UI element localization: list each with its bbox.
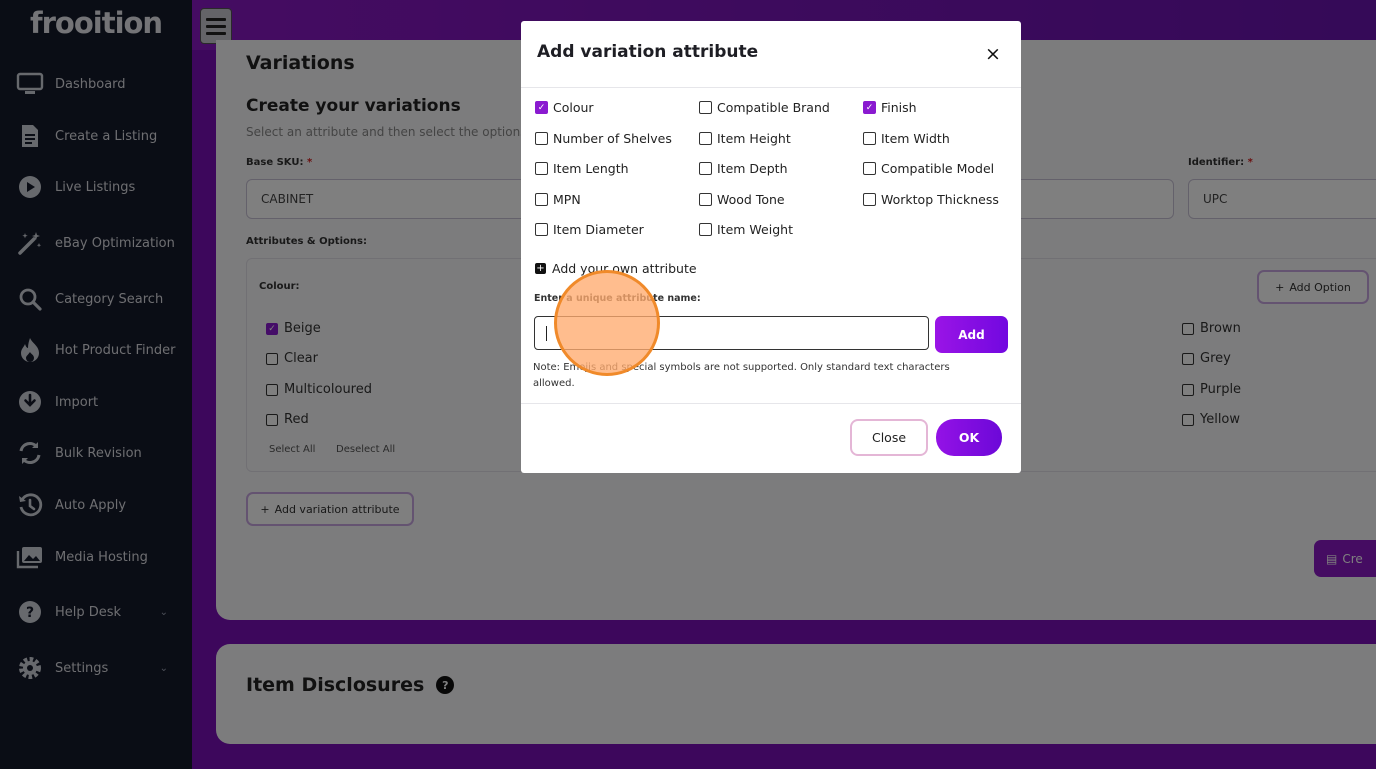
- checkbox[interactable]: [535, 162, 548, 175]
- plus-square-icon: +: [535, 262, 546, 274]
- attr-wood-tone[interactable]: Wood Tone: [699, 192, 785, 207]
- attr-colour[interactable]: ✓ Colour: [535, 100, 594, 115]
- attr-compatible-model[interactable]: Compatible Model: [863, 161, 994, 176]
- add-variation-attribute-modal: Add variation attribute × ✓ Colour Compat…: [521, 21, 1021, 473]
- close-button[interactable]: Close: [850, 419, 928, 456]
- checkbox[interactable]: [699, 101, 712, 114]
- checkbox[interactable]: [699, 193, 712, 206]
- input-note: Note: Emojis and special symbols are not…: [533, 362, 950, 389]
- attr-item-weight[interactable]: Item Weight: [699, 222, 793, 237]
- checkbox[interactable]: [535, 132, 548, 145]
- add-attribute-button[interactable]: Add: [935, 316, 1008, 353]
- attr-finish[interactable]: ✓ Finish: [863, 100, 917, 115]
- divider: [521, 403, 1021, 404]
- checkbox[interactable]: [535, 223, 548, 236]
- checkbox[interactable]: [699, 132, 712, 145]
- checkbox-checked[interactable]: ✓: [535, 101, 548, 114]
- modal-title: Add variation attribute: [537, 42, 759, 62]
- attribute-name-input[interactable]: [534, 316, 929, 350]
- checkbox-checked[interactable]: ✓: [863, 101, 876, 114]
- text-caret: [546, 326, 547, 341]
- attr-item-depth[interactable]: Item Depth: [699, 161, 788, 176]
- attr-compatible-brand[interactable]: Compatible Brand: [699, 100, 830, 115]
- ok-button[interactable]: OK: [936, 419, 1002, 456]
- attr-worktop-thickness[interactable]: Worktop Thickness: [863, 192, 999, 207]
- checkbox[interactable]: [863, 193, 876, 206]
- attribute-name-label: Enter a unique attribute name:: [534, 293, 701, 304]
- attr-item-diameter[interactable]: Item Diameter: [535, 222, 644, 237]
- checkbox[interactable]: [863, 132, 876, 145]
- checkbox[interactable]: [699, 223, 712, 236]
- attr-mpn[interactable]: MPN: [535, 192, 581, 207]
- checkbox[interactable]: [863, 162, 876, 175]
- attr-item-width[interactable]: Item Width: [863, 131, 950, 146]
- checkbox[interactable]: [535, 193, 548, 206]
- add-own-attribute-toggle[interactable]: + Add your own attribute: [535, 261, 697, 276]
- attr-item-height[interactable]: Item Height: [699, 131, 791, 146]
- divider: [521, 87, 1021, 88]
- attr-item-length[interactable]: Item Length: [535, 161, 629, 176]
- attr-number-of-shelves[interactable]: Number of Shelves: [535, 131, 672, 146]
- close-icon[interactable]: ×: [985, 43, 1001, 65]
- checkbox[interactable]: [699, 162, 712, 175]
